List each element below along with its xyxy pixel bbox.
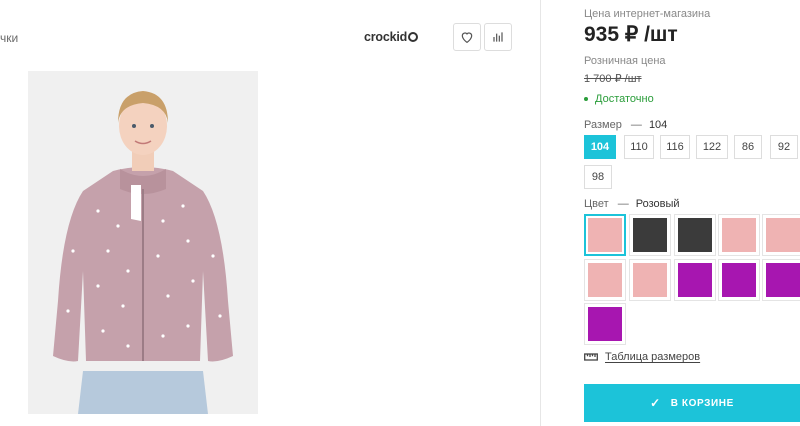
swatch-fill	[722, 263, 756, 297]
swatch-fill	[678, 218, 712, 252]
color-swatch[interactable]	[584, 259, 626, 301]
size-selected-value: 104	[648, 119, 668, 131]
compare-button[interactable]	[484, 23, 512, 51]
color-swatch[interactable]	[674, 259, 716, 301]
breadcrumb-tail[interactable]: чки	[0, 31, 18, 45]
price-value: 935 ₽ /шт	[584, 23, 678, 46]
size-option[interactable]: 122	[696, 135, 728, 159]
size-option[interactable]: 86	[734, 135, 762, 159]
heart-icon	[461, 32, 473, 44]
size-option[interactable]: 98	[584, 165, 612, 189]
brand-logo[interactable]: crockid	[364, 30, 419, 44]
color-label-text: Цвет	[584, 198, 609, 210]
size-option[interactable]: 104	[584, 135, 616, 159]
color-swatch[interactable]	[584, 214, 626, 256]
size-label-separator: —	[630, 119, 642, 131]
product-photo[interactable]	[28, 71, 258, 414]
bar-chart-icon	[493, 32, 503, 42]
stock-status-text: Достаточно	[595, 93, 654, 105]
color-swatch[interactable]	[718, 214, 760, 256]
color-selected-value: Розовый	[635, 198, 680, 210]
color-swatch[interactable]	[629, 259, 671, 301]
color-label-separator: —	[617, 198, 629, 210]
color-swatch[interactable]	[762, 214, 800, 256]
color-label: Цвет — Розовый	[584, 198, 680, 210]
swatch-fill	[588, 307, 622, 341]
ruler-icon	[584, 353, 598, 361]
color-swatch[interactable]	[718, 259, 760, 301]
swatch-fill	[766, 263, 800, 297]
retail-price-label: Розничная цена	[584, 55, 666, 67]
stock-dot-icon	[584, 97, 588, 101]
stock-status: Достаточно	[584, 93, 654, 105]
check-icon: ✓	[650, 396, 661, 410]
color-swatch[interactable]	[584, 303, 626, 345]
brand-logo-mark	[408, 32, 419, 42]
retail-price-value: 1 700 ₽ /шт	[584, 73, 642, 85]
color-swatch[interactable]	[762, 259, 800, 301]
size-option[interactable]: 92	[770, 135, 798, 159]
size-table-label: Таблица размеров	[605, 351, 701, 363]
add-to-cart-label: В КОРЗИНЕ	[670, 397, 734, 409]
size-label: Размер — 104	[584, 119, 667, 131]
size-label-text: Размер	[584, 119, 622, 131]
brand-logo-text: crockid	[364, 30, 408, 44]
size-option[interactable]: 116	[660, 135, 690, 159]
panel-divider	[540, 0, 541, 426]
add-to-cart-button[interactable]: ✓ В КОРЗИНЕ	[584, 384, 800, 422]
color-swatch[interactable]	[629, 214, 671, 256]
swatch-fill	[722, 218, 756, 252]
size-option[interactable]: 110	[624, 135, 654, 159]
size-table-link[interactable]: Таблица размеров	[584, 351, 700, 363]
price-label: Цена интернет-магазина	[584, 8, 711, 20]
swatch-fill	[633, 218, 667, 252]
swatch-fill	[678, 263, 712, 297]
swatch-fill	[766, 218, 800, 252]
swatch-fill	[588, 218, 622, 252]
swatch-fill	[588, 263, 622, 297]
favorite-button[interactable]	[453, 23, 481, 51]
color-swatch[interactable]	[674, 214, 716, 256]
swatch-fill	[633, 263, 667, 297]
